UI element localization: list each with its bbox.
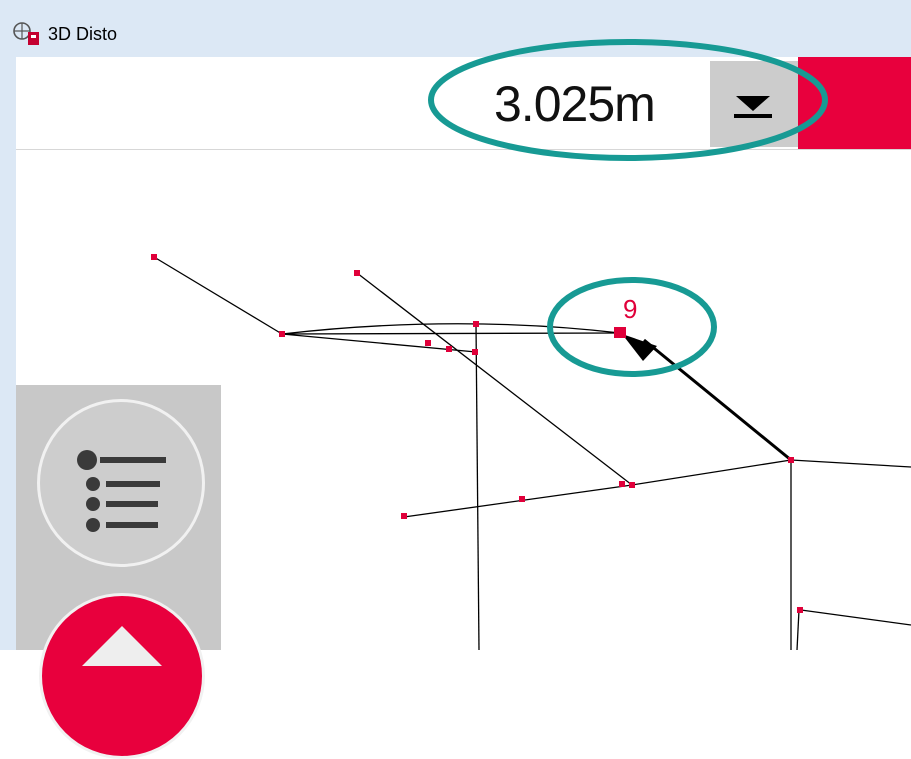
bulleted-list-icon [77,450,166,532]
up-arrow-icon [82,626,162,666]
measurement-line [643,338,792,462]
unit-dropdown-button[interactable] [710,61,798,147]
window-title: 3D Disto [48,24,118,44]
distance-readout: 3.025m [494,76,656,132]
measurement-arrowhead [622,334,657,361]
point-label: 9 [623,294,637,324]
side-panel [16,385,221,759]
accent-block [798,57,911,149]
toolbar: 3.025m [16,57,911,150]
triangle-down-with-bar-icon [734,96,772,118]
list-button[interactable] [37,399,205,567]
app-icon [12,20,46,48]
sketch-lines [153,256,911,650]
up-button[interactable] [39,593,205,759]
title-bar: 3D Disto [0,0,911,58]
window-left-edge [0,57,16,650]
